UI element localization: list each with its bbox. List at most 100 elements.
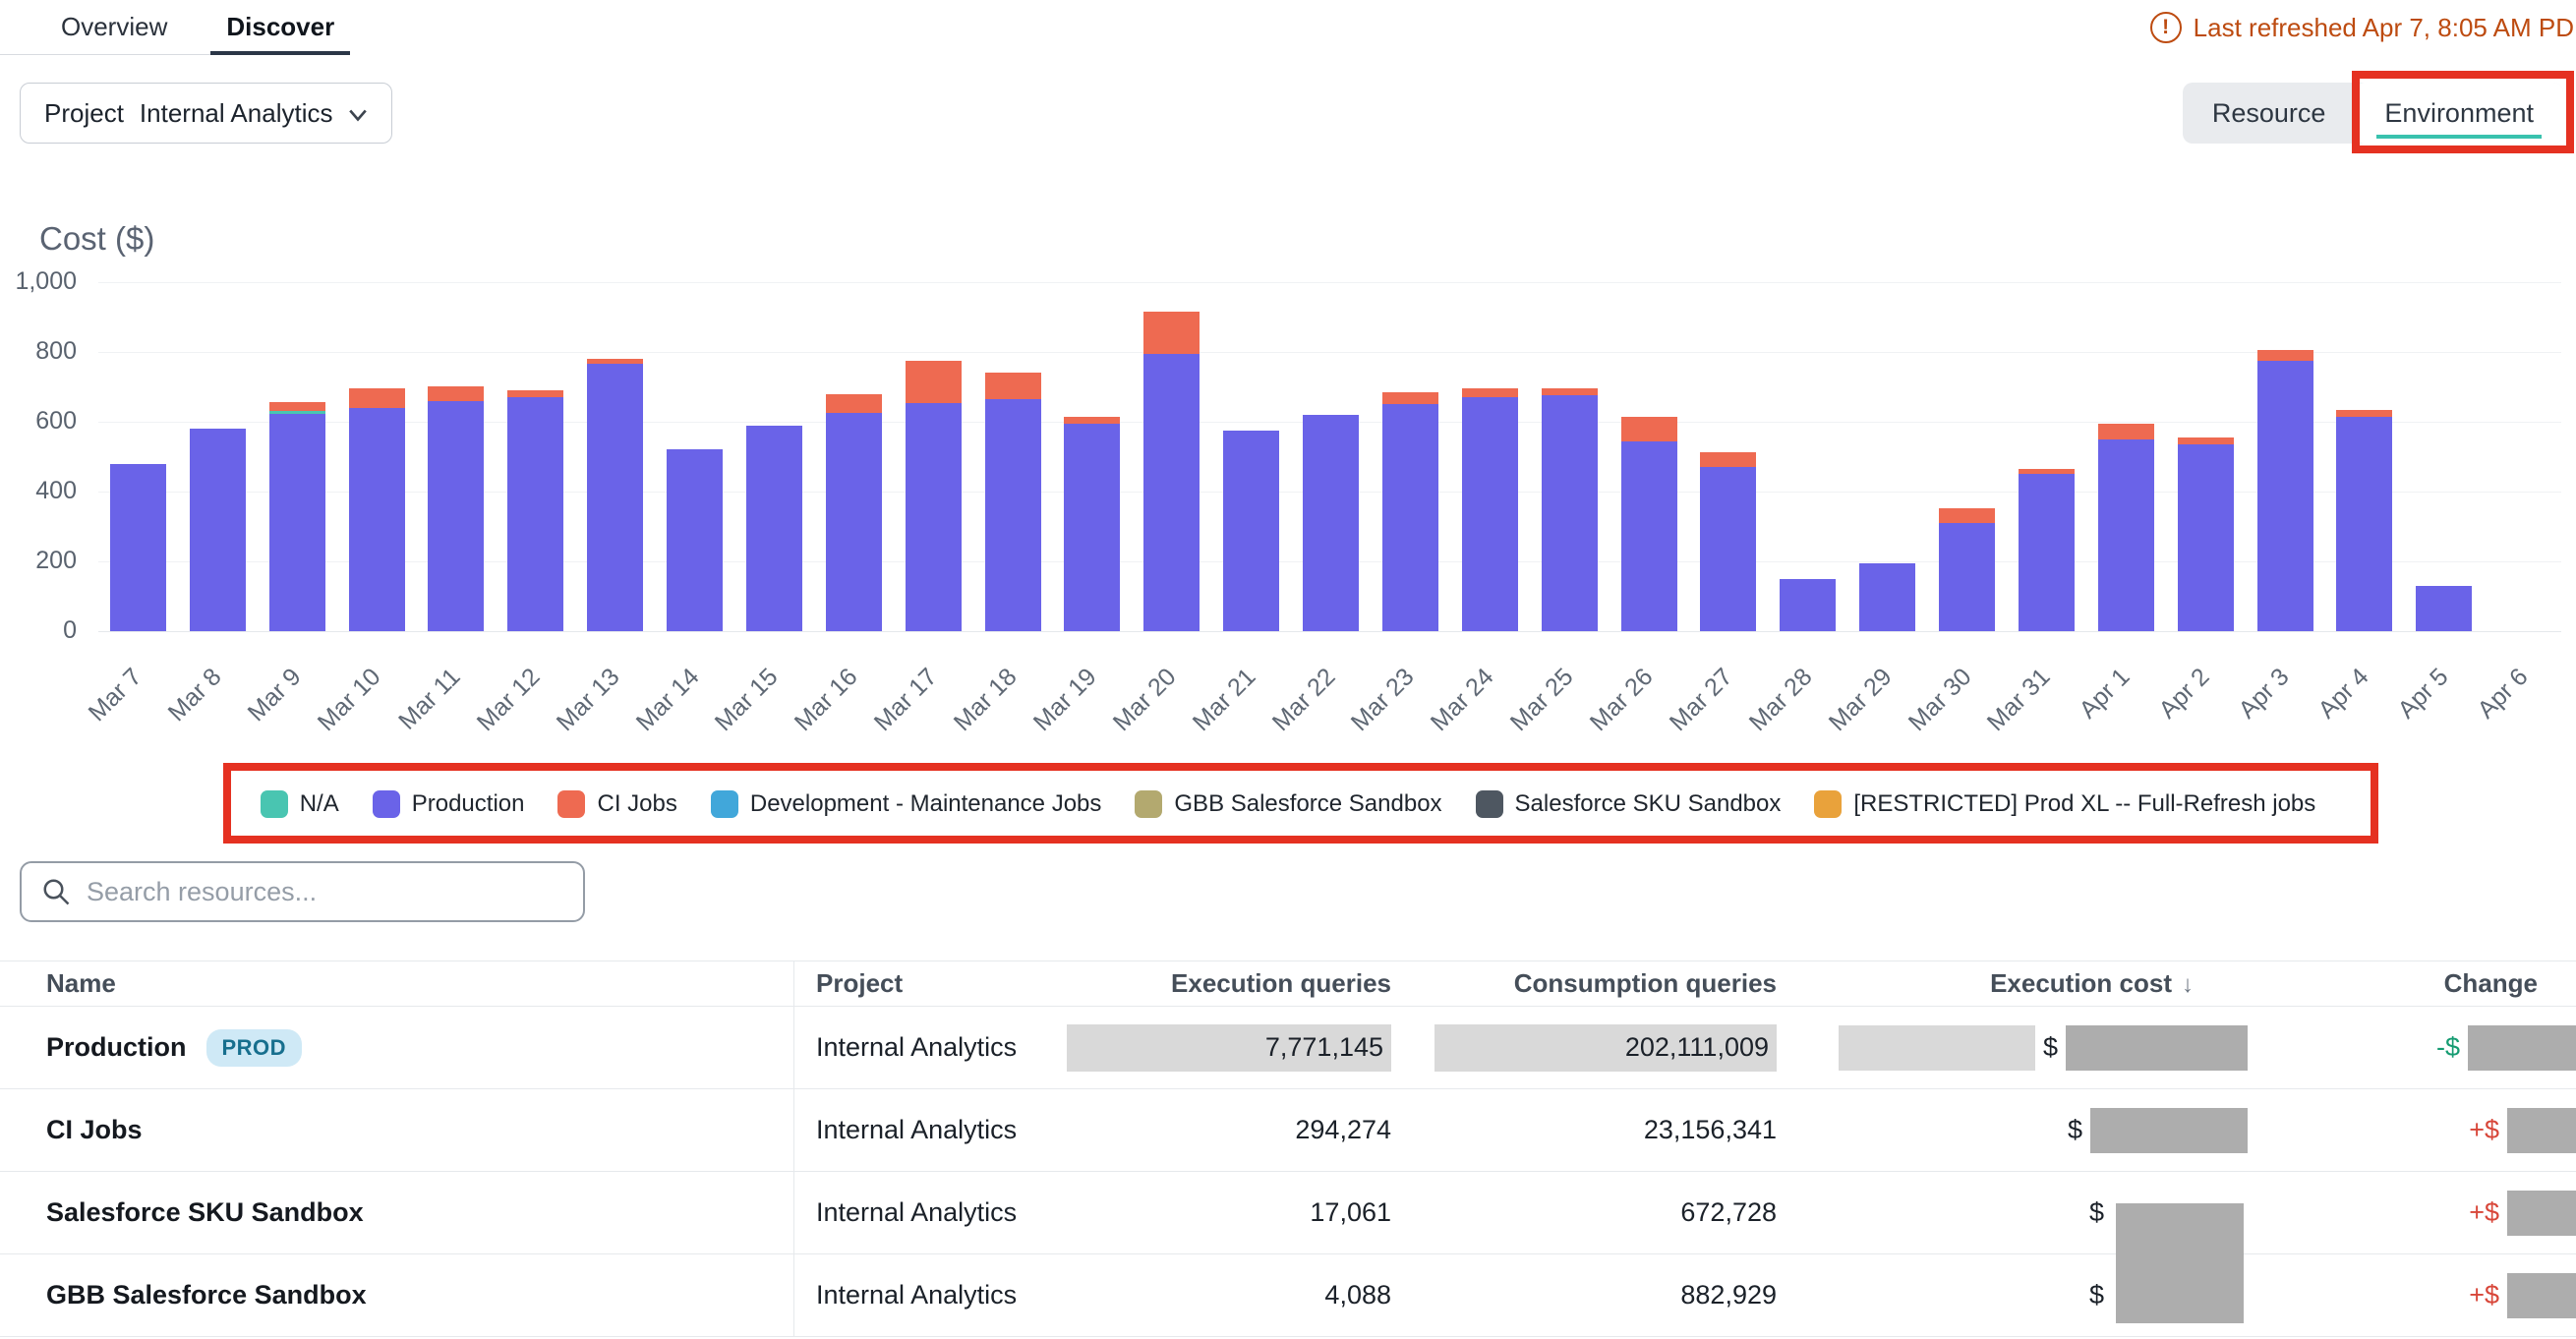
y-axis-label: 400 xyxy=(0,477,77,505)
search-input[interactable] xyxy=(87,877,563,907)
cell-consumption-queries: 882,929 xyxy=(1406,1280,1791,1310)
legend-item-production[interactable]: Production xyxy=(373,790,525,818)
cell-project: Internal Analytics xyxy=(793,1197,1131,1228)
bar-apr-5[interactable] xyxy=(2416,586,2472,631)
column-header-consumption-queries[interactable]: Consumption queries xyxy=(1406,968,1791,999)
change-prefix: +$ xyxy=(2469,1280,2499,1310)
redaction-block xyxy=(2116,1203,2244,1323)
legend-item-development-maintenance-jobs[interactable]: Development - Maintenance Jobs xyxy=(711,790,1102,818)
bar-slot xyxy=(575,282,655,631)
column-header-execution-cost[interactable]: Execution cost↓ xyxy=(1791,968,2208,999)
cell-name: GBB Salesforce Sandbox xyxy=(0,1280,793,1310)
currency-prefix: $ xyxy=(2068,1115,2082,1145)
bar-segment-production xyxy=(587,364,643,631)
legend-item-salesforce-sku-sandbox[interactable]: Salesforce SKU Sandbox xyxy=(1476,790,1782,818)
redaction-block xyxy=(2468,1025,2576,1071)
bar-segment-production xyxy=(2336,417,2392,631)
bar-segment-production xyxy=(1382,404,1438,631)
tab-discover[interactable]: Discover xyxy=(210,0,350,54)
bar-mar-10[interactable] xyxy=(349,388,405,631)
group-by-resource[interactable]: Resource xyxy=(2183,83,2356,144)
column-header-project[interactable]: Project xyxy=(793,968,1131,999)
bar-mar-9[interactable] xyxy=(269,402,325,631)
cell-execution-queries: 17,061 xyxy=(1131,1197,1406,1228)
sort-descending-icon[interactable]: ↓ xyxy=(2182,971,2194,998)
bar-mar-16[interactable] xyxy=(826,394,882,631)
bar-apr-4[interactable] xyxy=(2336,410,2392,631)
bar-segment-production xyxy=(2257,361,2313,631)
bar-mar-31[interactable] xyxy=(2019,469,2075,631)
bar-slot xyxy=(2404,282,2484,631)
table-row[interactable]: Salesforce SKU SandboxInternal Analytics… xyxy=(0,1172,2576,1254)
project-selector[interactable]: Project Internal Analytics xyxy=(20,83,392,144)
bar-segment-production xyxy=(2098,439,2154,631)
cost-chart: 1,0008006004002000 Mar 7Mar 8Mar 9Mar 10… xyxy=(0,282,2576,631)
cell-change: +$ xyxy=(2208,1108,2576,1153)
y-axis-label: 800 xyxy=(0,337,77,366)
bar-segment-ci-jobs xyxy=(1542,388,1598,395)
column-header-change[interactable]: Change xyxy=(2208,968,2576,999)
bar-mar-25[interactable] xyxy=(1542,388,1598,631)
bar-mar-26[interactable] xyxy=(1621,417,1677,631)
resource-name: CI Jobs xyxy=(46,1115,143,1145)
bar-mar-11[interactable] xyxy=(428,386,484,631)
bar-mar-27[interactable] xyxy=(1700,452,1756,631)
group-by-environment[interactable]: Environment xyxy=(2355,83,2563,144)
bar-apr-2[interactable] xyxy=(2178,437,2234,631)
tab-overview[interactable]: Overview xyxy=(45,0,183,54)
bar-mar-14[interactable] xyxy=(667,449,723,631)
bar-slot xyxy=(734,282,814,631)
search-icon xyxy=(41,877,71,906)
bar-mar-22[interactable] xyxy=(1303,415,1359,631)
bar-slot xyxy=(178,282,258,631)
table-row[interactable]: CI JobsInternal Analytics294,27423,156,3… xyxy=(0,1089,2576,1172)
bar-mar-8[interactable] xyxy=(190,429,246,631)
legend-label: Production xyxy=(412,790,525,818)
bar-apr-3[interactable] xyxy=(2257,350,2313,631)
legend-item-restricted-prod-xl-full-refresh-jobs[interactable]: [RESTRICTED] Prod XL -- Full-Refresh job… xyxy=(1814,790,2315,818)
bar-segment-ci-jobs xyxy=(2336,410,2392,417)
bar-mar-21[interactable] xyxy=(1223,431,1279,631)
bar-segment-ci-jobs xyxy=(349,388,405,408)
bar-apr-1[interactable] xyxy=(2098,424,2154,631)
currency-prefix: $ xyxy=(2089,1280,2104,1310)
legend-item-ci-jobs[interactable]: CI Jobs xyxy=(557,790,676,818)
bar-mar-23[interactable] xyxy=(1382,392,1438,631)
column-header-label: Name xyxy=(46,968,116,998)
bar-mar-17[interactable] xyxy=(906,361,962,631)
last-refreshed-text: Last refreshed Apr 7, 8:05 AM PD xyxy=(2194,13,2574,43)
legend-label: Development - Maintenance Jobs xyxy=(750,790,1102,818)
bar-mar-15[interactable] xyxy=(746,426,802,631)
bar-segment-ci-jobs xyxy=(1462,388,1518,397)
table-row[interactable]: ProductionPRODInternal Analytics7,771,14… xyxy=(0,1007,2576,1089)
bar-mar-12[interactable] xyxy=(507,390,563,631)
cell-consumption-queries: 202,111,009 xyxy=(1406,1024,1791,1072)
resource-name: GBB Salesforce Sandbox xyxy=(46,1280,367,1310)
search-box[interactable] xyxy=(20,861,585,922)
bar-mar-19[interactable] xyxy=(1064,417,1120,631)
legend-item-n-a[interactable]: N/A xyxy=(261,790,339,818)
bar-mar-7[interactable] xyxy=(110,464,166,631)
bar-mar-29[interactable] xyxy=(1859,563,1915,631)
bar-slot xyxy=(1450,282,1530,631)
bar-mar-13[interactable] xyxy=(587,359,643,631)
column-header-name[interactable]: Name xyxy=(0,968,793,999)
bar-mar-30[interactable] xyxy=(1939,508,1995,631)
bar-segment-ci-jobs xyxy=(1700,452,1756,467)
legend-swatch xyxy=(557,790,585,818)
bar-segment-production xyxy=(985,399,1041,631)
legend-item-gbb-salesforce-sandbox[interactable]: GBB Salesforce Sandbox xyxy=(1135,790,1441,818)
bar-slot xyxy=(1768,282,1847,631)
bar-mar-24[interactable] xyxy=(1462,388,1518,631)
bar-mar-18[interactable] xyxy=(985,373,1041,631)
bar-mar-28[interactable] xyxy=(1780,579,1836,631)
bar-slot xyxy=(2246,282,2325,631)
cell-project: Internal Analytics xyxy=(793,1280,1131,1310)
bar-segment-production xyxy=(667,449,723,631)
bar-mar-20[interactable] xyxy=(1143,312,1200,631)
bar-segment-ci-jobs xyxy=(985,373,1041,399)
column-header-execution-queries[interactable]: Execution queries xyxy=(1131,968,1406,999)
legend-swatch xyxy=(1135,790,1162,818)
legend-label: [RESTRICTED] Prod XL -- Full-Refresh job… xyxy=(1853,790,2315,818)
chevron-down-icon xyxy=(348,108,368,122)
